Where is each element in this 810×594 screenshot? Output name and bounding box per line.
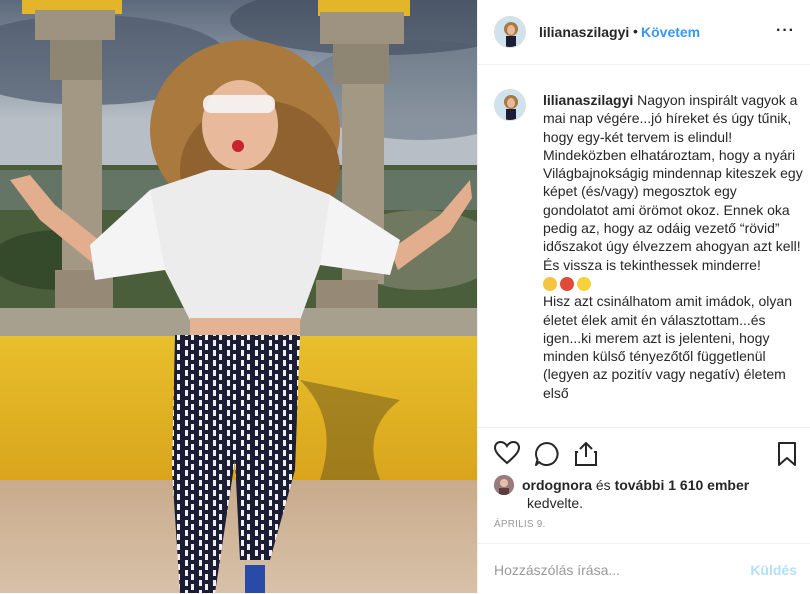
avatar-image	[495, 90, 525, 120]
avatar-image	[495, 17, 525, 47]
emoji-row	[543, 277, 591, 292]
header-separator: •	[633, 23, 638, 39]
author-username[interactable]: lilianaszilagyi	[539, 24, 629, 40]
bookmark-icon[interactable]	[777, 441, 797, 472]
comment-icon[interactable]	[534, 441, 560, 472]
caption-text: lilianaszilagyi Nagyon inspirált vagyok …	[543, 91, 805, 402]
post-side-panel: lilianaszilagyi • Követem ··· lilianaszi…	[477, 0, 810, 593]
add-comment-bar: Küldés	[478, 543, 810, 594]
devil-emoji-icon	[560, 277, 574, 292]
post-comment-button[interactable]: Küldés	[750, 562, 797, 578]
author-avatar[interactable]	[494, 16, 526, 48]
likes-connector: és	[595, 477, 611, 493]
comment-input[interactable]	[494, 562, 734, 578]
post-photo[interactable]	[0, 0, 477, 593]
follow-button[interactable]: Követem	[641, 24, 700, 40]
caption-body-continued: Hisz azt csinálhatom amit imádok, olyan …	[543, 293, 796, 401]
photo-image	[0, 0, 477, 593]
caption-body: Nagyon inspirált vagyok a mai nap végére…	[543, 92, 803, 273]
likes-summary: ordognora és további 1 610 ember kedvelt…	[494, 473, 794, 511]
likes-text: ordognora és további 1 610 ember	[522, 477, 749, 493]
liker-avatar[interactable]	[494, 475, 514, 495]
caption-author-avatar[interactable]	[494, 89, 526, 121]
liker-username[interactable]: ordognora	[522, 477, 592, 493]
smile-emoji-icon	[543, 277, 557, 292]
action-bar	[478, 427, 810, 470]
heart-icon[interactable]	[493, 440, 521, 470]
share-icon[interactable]	[574, 441, 598, 472]
caption-username[interactable]: lilianaszilagyi	[543, 92, 633, 108]
post-date[interactable]: ÁPRILIS 9.	[494, 519, 545, 530]
caption-area: lilianaszilagyi Nagyon inspirált vagyok …	[478, 65, 810, 427]
post-header: lilianaszilagyi • Követem ···	[478, 0, 810, 65]
sun-emoji-icon	[577, 277, 591, 292]
more-options-icon[interactable]: ···	[776, 22, 795, 40]
likes-count-link[interactable]: további 1 610 ember	[615, 477, 750, 493]
likes-suffix: kedvelte.	[527, 495, 584, 511]
